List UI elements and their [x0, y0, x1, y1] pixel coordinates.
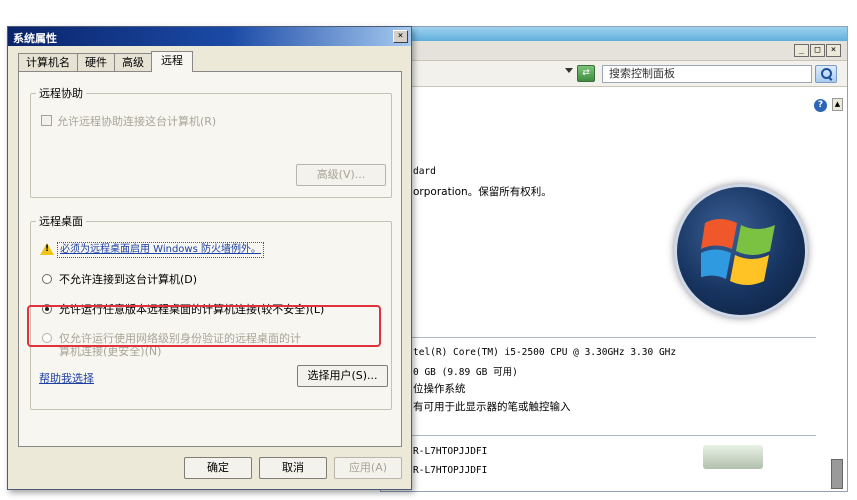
remote-assistance-legend: 远程协助	[39, 87, 83, 100]
close-window-button[interactable]: ×	[826, 44, 841, 57]
cancel-button[interactable]: 取消	[259, 457, 327, 479]
minimize-button[interactable]: _	[794, 44, 809, 57]
memory-text: 0 GB (9.89 GB 可用)	[413, 367, 518, 378]
disallow-connections-label: 不允许连接到这台计算机(D)	[59, 273, 198, 286]
refresh-go-button[interactable]: ⇄	[577, 65, 595, 82]
section-divider	[411, 337, 816, 338]
remote-desktop-legend: 远程桌面	[39, 215, 83, 228]
help-me-choose-link[interactable]: 帮助我选择	[39, 370, 94, 386]
tab-strip: 计算机名 硬件 高级 远程	[18, 51, 193, 72]
allow-remote-assistance-checkbox[interactable]	[41, 115, 52, 126]
processor-text: tel(R) Core(TM) i5-2500 CPU @ 3.30GHz 3.…	[413, 347, 677, 358]
control-panel-caption-bar: _ □ ×	[381, 41, 847, 61]
search-input[interactable]: 搜索控制面板	[602, 65, 812, 83]
help-icon[interactable]: ?	[814, 99, 827, 112]
scrollbar-thumb[interactable]	[831, 459, 843, 489]
remote-tab-panel: 远程协助 允许远程协助连接这台计算机(R) 高级(V)... 远程桌面 必须为远…	[18, 71, 402, 447]
computer-name-text: R-L7HTOPJJDFI	[413, 446, 488, 457]
tab-hardware[interactable]: 硬件	[77, 53, 115, 71]
full-computer-name-text: R-L7HTOPJJDFI	[413, 465, 488, 476]
copyright-text: orporation。保留所有权利。	[413, 186, 552, 198]
tab-computer-name[interactable]: 计算机名	[18, 53, 78, 71]
control-panel-window: _ □ × ⇄ 搜索控制面板 ? ▲ dard orporation。保留所有权…	[380, 26, 848, 492]
search-icon[interactable]	[815, 65, 837, 83]
radio-disallow-connections[interactable]	[42, 274, 52, 284]
address-dropdown-arrow-icon[interactable]	[565, 68, 573, 73]
system-properties-dialog: 系统属性 × 计算机名 硬件 高级 远程 远程协助 允许远程协助连接这台计算机(…	[7, 26, 412, 490]
ok-button[interactable]: 确定	[184, 457, 252, 479]
dialog-title: 系统属性	[13, 32, 57, 45]
dialog-close-button[interactable]: ×	[393, 30, 408, 43]
pen-touch-text: 有可用于此显示器的笔或触控输入	[413, 401, 571, 413]
control-panel-titlebar	[381, 27, 847, 41]
dialog-titlebar[interactable]: 系统属性 ×	[8, 27, 411, 46]
maximize-button[interactable]: □	[810, 44, 825, 57]
allow-remote-assistance-label: 允许远程协助连接这台计算机(R)	[57, 115, 217, 128]
system-type-text: 位操作系统	[413, 383, 466, 395]
scroll-up-arrow[interactable]: ▲	[832, 98, 843, 111]
tab-advanced[interactable]: 高级	[114, 53, 152, 71]
firewall-exception-link[interactable]: 必须为远程桌面启用 Windows 防火墙例外。	[57, 242, 264, 258]
select-users-button[interactable]: 选择用户(S)...	[297, 365, 388, 387]
windows-edition-text: dard	[413, 166, 436, 177]
address-bar: ⇄ 搜索控制面板	[381, 61, 847, 87]
oem-logo-image	[703, 445, 763, 469]
warning-icon	[40, 243, 54, 255]
section-divider	[411, 435, 816, 436]
apply-button[interactable]: 应用(A)	[334, 457, 402, 479]
highlight-annotation	[27, 305, 381, 347]
windows-logo-icon	[677, 187, 805, 315]
advanced-button[interactable]: 高级(V)...	[296, 164, 386, 186]
tab-remote[interactable]: 远程	[151, 51, 193, 72]
